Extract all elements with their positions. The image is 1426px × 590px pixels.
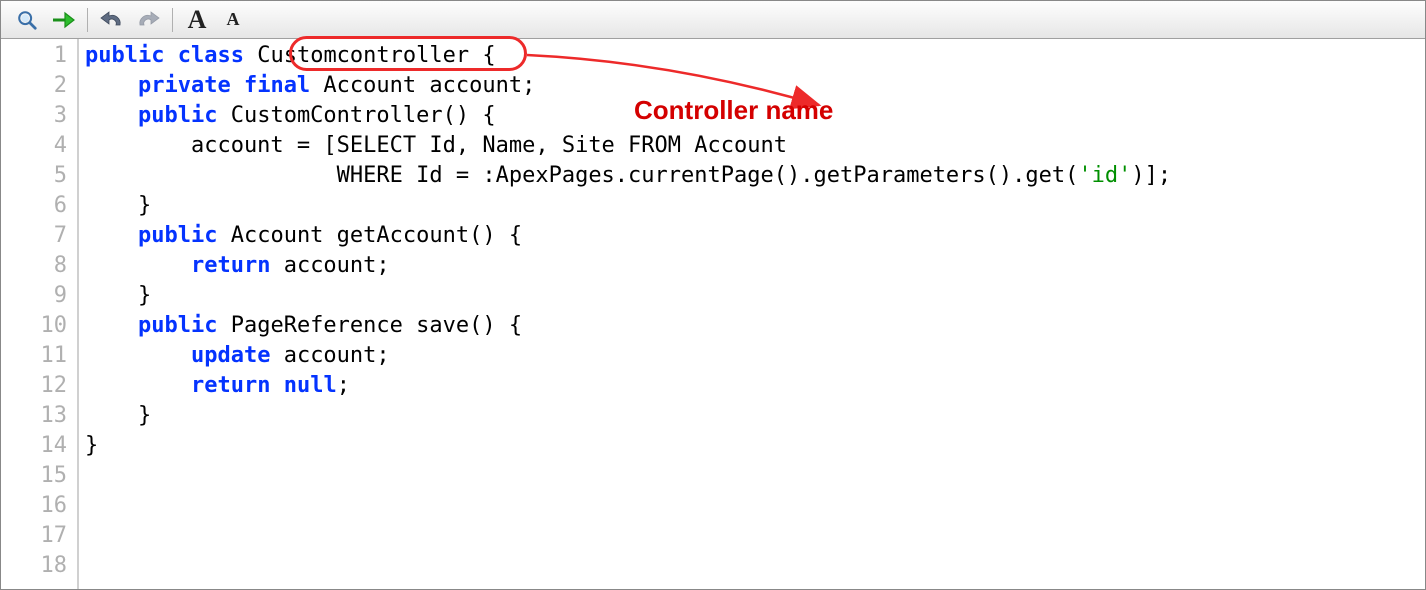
undo-icon	[100, 10, 124, 30]
line-number: 8	[1, 251, 77, 281]
code-line[interactable]: public Account getAccount() {	[85, 221, 1425, 251]
code-line[interactable]: }	[85, 281, 1425, 311]
editor-toolbar: A A	[1, 1, 1425, 39]
line-number: 5	[1, 161, 77, 191]
line-number: 11	[1, 341, 77, 371]
line-number: 17	[1, 521, 77, 551]
code-line[interactable]: }	[85, 191, 1425, 221]
go-button[interactable]	[45, 4, 81, 36]
line-number: 3	[1, 101, 77, 131]
code-line[interactable]: return account;	[85, 251, 1425, 281]
code-editor: 123456789101112131415161718 Controller n…	[1, 39, 1425, 589]
line-number: 10	[1, 311, 77, 341]
undo-button[interactable]	[94, 4, 130, 36]
increase-font-button[interactable]: A	[179, 4, 215, 36]
code-area[interactable]: Controller name public class Customcontr…	[79, 39, 1425, 589]
code-line[interactable]: WHERE Id = :ApexPages.currentPage().getP…	[85, 161, 1425, 191]
toolbar-separator	[87, 8, 88, 32]
line-number: 6	[1, 191, 77, 221]
code-line[interactable]: account = [SELECT Id, Name, Site FROM Ac…	[85, 131, 1425, 161]
line-number: 7	[1, 221, 77, 251]
toolbar-separator	[172, 8, 173, 32]
search-icon	[16, 9, 38, 31]
code-line[interactable]: public class Customcontroller {	[85, 41, 1425, 71]
line-number-gutter: 123456789101112131415161718	[1, 39, 79, 589]
redo-icon	[136, 10, 160, 30]
line-number: 15	[1, 461, 77, 491]
line-number: 14	[1, 431, 77, 461]
code-line[interactable]: private final Account account;	[85, 71, 1425, 101]
line-number: 9	[1, 281, 77, 311]
code-line[interactable]: }	[85, 431, 1425, 461]
line-number: 13	[1, 401, 77, 431]
search-button[interactable]	[9, 4, 45, 36]
code-line[interactable]: }	[85, 401, 1425, 431]
line-number: 18	[1, 551, 77, 581]
line-number: 16	[1, 491, 77, 521]
font-small-icon: A	[227, 9, 240, 30]
code-line[interactable]: public CustomController() {	[85, 101, 1425, 131]
font-big-icon: A	[188, 5, 207, 35]
line-number: 12	[1, 371, 77, 401]
code-line[interactable]: return null;	[85, 371, 1425, 401]
go-arrow-icon	[51, 9, 75, 31]
code-line[interactable]: update account;	[85, 341, 1425, 371]
line-number: 4	[1, 131, 77, 161]
decrease-font-button[interactable]: A	[215, 4, 251, 36]
code-line[interactable]: public PageReference save() {	[85, 311, 1425, 341]
redo-button[interactable]	[130, 4, 166, 36]
line-number: 1	[1, 41, 77, 71]
line-number: 2	[1, 71, 77, 101]
